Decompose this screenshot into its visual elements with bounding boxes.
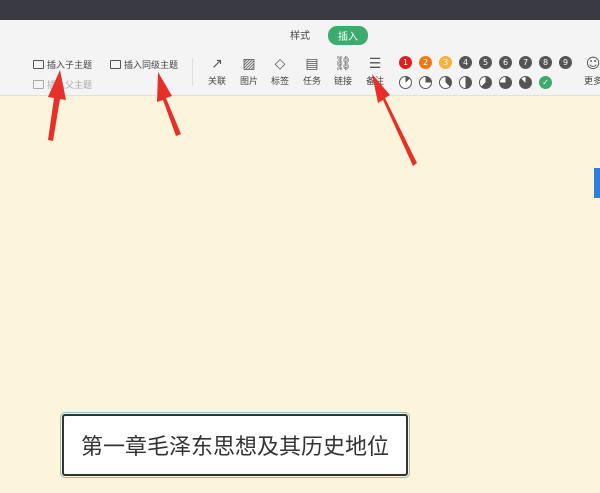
red-arrow [157, 72, 181, 136]
annotation-arrows [48, 70, 417, 166]
red-arrow [48, 70, 66, 141]
red-arrow [372, 74, 417, 166]
